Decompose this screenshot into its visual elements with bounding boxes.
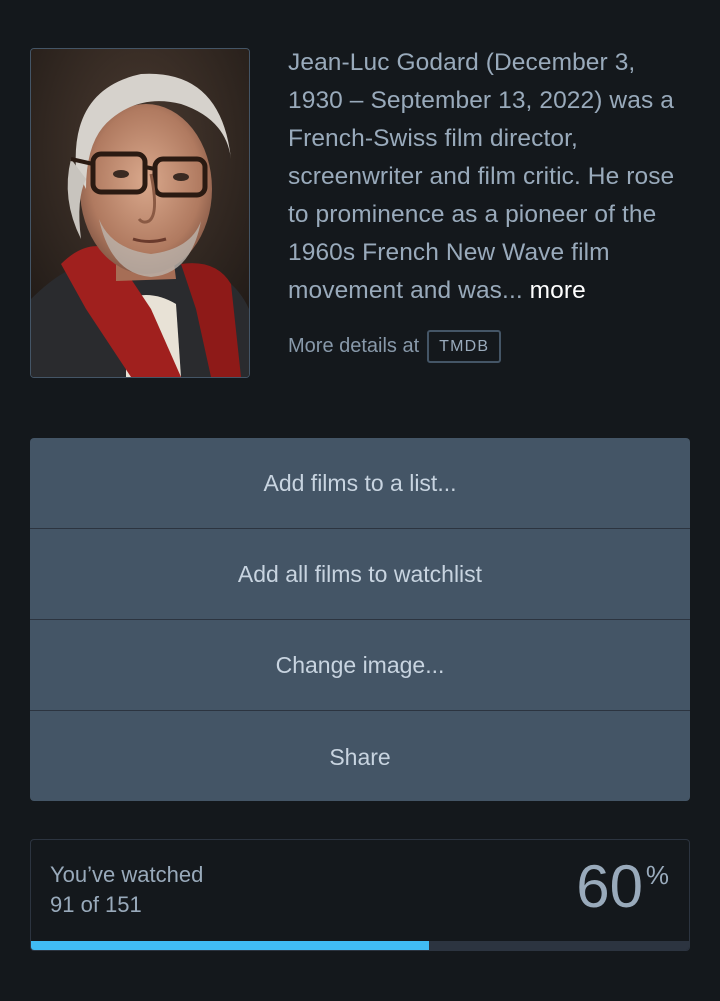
bio-paragraph: Jean-Luc Godard (December 3, 1930 – Sept…: [288, 44, 688, 310]
percent-sign: %: [645, 860, 669, 890]
add-films-to-list-button[interactable]: Add films to a list...: [30, 438, 690, 529]
more-details-label: More details at: [288, 335, 420, 357]
actions-menu: Add films to a list... Add all films to …: [30, 438, 690, 801]
bio-more-link[interactable]: more: [530, 277, 586, 304]
watched-label: You’ve watched: [50, 862, 204, 887]
watched-progress-panel: You’ve watched 91 of 151 60 %: [30, 839, 690, 951]
change-image-button[interactable]: Change image...: [30, 620, 690, 711]
watched-percent: 60: [576, 853, 643, 920]
share-button[interactable]: Share: [30, 711, 690, 801]
person-portrait: [30, 48, 250, 378]
watched-count: 91 of 151: [50, 892, 142, 917]
portrait-image: [31, 49, 249, 377]
more-details-line: More details at TMDB: [288, 330, 502, 363]
tmdb-link-button[interactable]: TMDB: [427, 330, 502, 363]
progress-bar-fill: [31, 941, 429, 950]
bio-text: Jean-Luc Godard (December 3, 1930 – Sept…: [288, 49, 675, 304]
add-all-to-watchlist-button[interactable]: Add all films to watchlist: [30, 529, 690, 620]
person-bio-section: Jean-Luc Godard (December 3, 1930 – Sept…: [30, 48, 690, 388]
progress-bar-track: [31, 941, 689, 950]
